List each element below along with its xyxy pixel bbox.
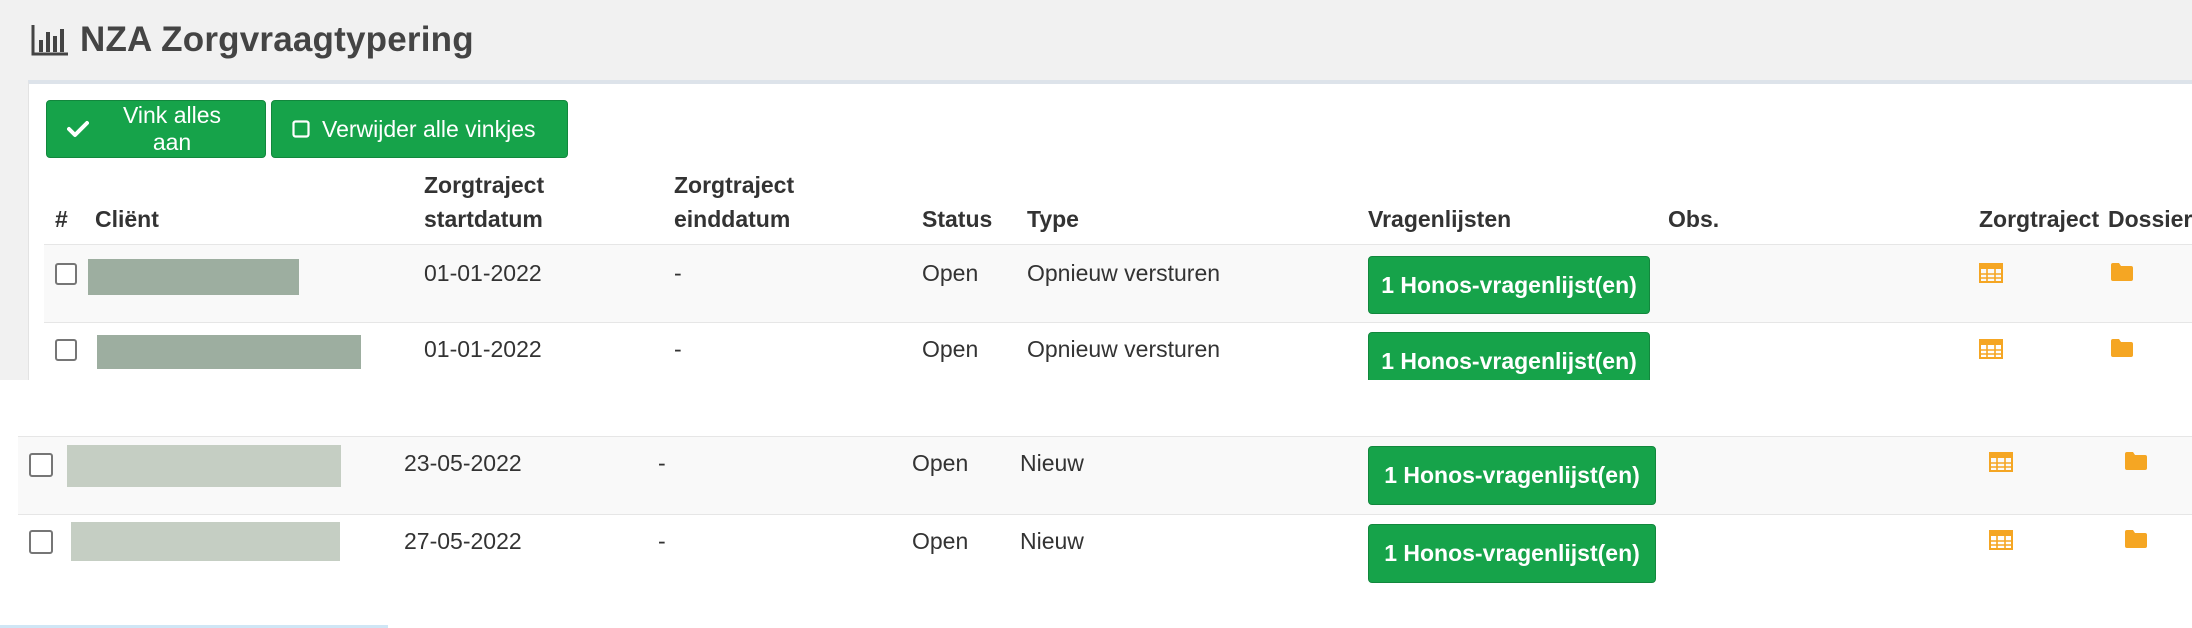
column-header-client: Cliënt: [95, 206, 159, 232]
row-checkbox[interactable]: [55, 339, 77, 361]
page-title: NZA Zorgvraagtypering: [80, 20, 474, 59]
uncheck-all-label: Verwijder alle vinkjes: [322, 115, 536, 142]
column-header-care-path: Zorgtraject: [1979, 206, 2100, 232]
row-divider: [44, 322, 2192, 323]
start-date-cell: 23-05-2022: [404, 450, 522, 476]
row-checkbox[interactable]: [29, 530, 53, 554]
column-header-questionnaires: Vragenlijsten: [1368, 206, 1512, 232]
table-grid-icon[interactable]: [1979, 263, 2003, 283]
start-date-cell: 01-01-2022: [424, 336, 542, 362]
type-cell: Opnieuw versturen: [1027, 336, 1221, 362]
column-header-type: Type: [1027, 206, 1079, 232]
checkmark-icon: [67, 120, 89, 138]
uncheck-all-button[interactable]: Verwijder alle vinkjes: [271, 100, 568, 158]
empty-square-icon: [292, 120, 310, 138]
column-header-end-line2: einddatum: [674, 206, 791, 232]
type-cell: Nieuw: [1020, 528, 1084, 554]
folder-icon[interactable]: [2124, 529, 2148, 549]
questionnaire-button[interactable]: 1 Honos-vragenlijst(en): [1368, 332, 1650, 380]
column-header-start-line2: startdatum: [424, 206, 543, 232]
bar-chart-icon: [31, 25, 68, 56]
row-divider: [18, 436, 2192, 437]
type-cell: Nieuw: [1020, 450, 1084, 476]
status-cell: Open: [922, 260, 979, 286]
end-date-cell: -: [658, 528, 666, 554]
column-header-obs: Obs.: [1668, 206, 1720, 232]
start-date-cell: 27-05-2022: [404, 528, 522, 554]
status-cell: Open: [912, 528, 969, 554]
row-checkbox[interactable]: [55, 263, 77, 285]
column-header-start-line1: Zorgtraject: [424, 172, 545, 198]
client-name-redacted: [67, 445, 341, 487]
end-date-cell: -: [674, 336, 682, 362]
client-name-redacted: [97, 335, 361, 369]
client-name-redacted: [88, 259, 299, 295]
column-header-status: Status: [922, 206, 993, 232]
table-row: [18, 436, 2192, 514]
table-grid-icon[interactable]: [1989, 452, 2013, 472]
row-checkbox[interactable]: [29, 453, 53, 477]
type-cell: Opnieuw versturen: [1027, 260, 1221, 286]
end-date-cell: -: [674, 260, 682, 286]
folder-icon[interactable]: [2110, 338, 2134, 358]
status-cell: Open: [912, 450, 969, 476]
folder-icon[interactable]: [2110, 262, 2134, 282]
questionnaire-button[interactable]: 1 Honos-vragenlijst(en): [1368, 256, 1650, 314]
table-grid-icon[interactable]: [1979, 339, 2003, 359]
top-area: NZA Zorgvraagtypering Vink alles aan Ver…: [0, 0, 2192, 380]
end-date-cell: -: [658, 450, 666, 476]
column-header-dossier: Dossier: [2108, 206, 2192, 232]
questionnaire-button[interactable]: 1 Honos-vragenlijst(en): [1368, 446, 1656, 505]
column-header-index: #: [55, 206, 68, 232]
start-date-cell: 01-01-2022: [424, 260, 542, 286]
folder-icon[interactable]: [2124, 451, 2148, 471]
questionnaire-button[interactable]: 1 Honos-vragenlijst(en): [1368, 524, 1656, 583]
table-grid-icon[interactable]: [1989, 530, 2013, 550]
column-header-end-line1: Zorgtraject: [674, 172, 795, 198]
row-divider: [18, 514, 2192, 515]
page-header: NZA Zorgvraagtypering: [30, 18, 474, 62]
check-all-button[interactable]: Vink alles aan: [46, 100, 266, 158]
status-cell: Open: [922, 336, 979, 362]
row-divider: [44, 244, 2192, 245]
client-name-redacted: [71, 522, 340, 561]
check-all-label: Vink alles aan: [122, 102, 222, 155]
